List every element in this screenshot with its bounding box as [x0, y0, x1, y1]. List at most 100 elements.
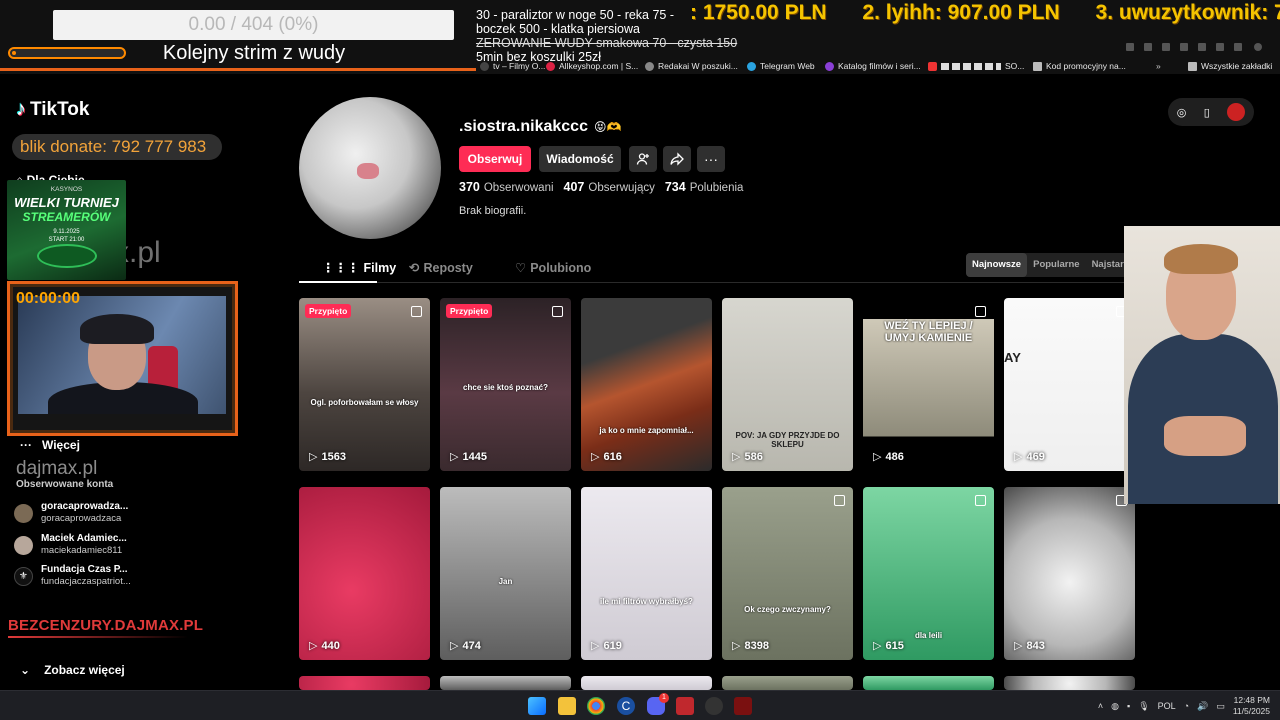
tab-label: Polubiono [530, 260, 592, 275]
see-more-label: Zobacz więcej [44, 663, 125, 677]
stat-label: Obserwujący [588, 182, 655, 194]
tiktok-page: ♪TikTok blik donate: 792 777 983 ⌂ Dla C… [0, 80, 1280, 690]
allkeyshop-icon [546, 61, 555, 71]
tab-videos[interactable]: ⋮⋮⋮ Filmy [322, 260, 396, 276]
video-tile[interactable]: ile mi filtrów wybrałbyś? ▷ 619 [581, 487, 712, 660]
pinned-badge: Przypięto [446, 304, 493, 318]
view-count-value: 486 [885, 450, 904, 463]
more-dots-icon: ··· [20, 438, 32, 452]
video-caption: Ogl. poforbowałam se włosy [310, 398, 419, 407]
video-tile[interactable] [581, 676, 712, 690]
video-tile[interactable]: POV: JA GDY PRZYJDE DO SKLEPU ▷ 586 [722, 298, 853, 471]
video-tile[interactable]: Ok czego zwczynamy? ▷ 8398 [722, 487, 853, 660]
nav-more[interactable]: ··· Więcej [20, 438, 80, 452]
app-icon[interactable] [734, 697, 752, 715]
bookmark-label: Allkeyshop.com | S... [559, 61, 639, 71]
view-count: ▷ 1563 [309, 450, 346, 464]
more-options-button[interactable]: ··· [697, 146, 725, 172]
video-tile[interactable] [1004, 676, 1135, 690]
obs-icon[interactable] [705, 697, 723, 715]
profile-bio: Brak biografii. [459, 205, 527, 217]
video-tile[interactable] [863, 676, 994, 690]
stat-followers[interactable]: 407 Obserwujący [564, 180, 655, 194]
share-button[interactable] [663, 146, 691, 172]
video-tile[interactable] [299, 676, 430, 690]
youtube-icon [928, 61, 937, 71]
bookmark[interactable]: tv – Filmy O... [480, 61, 545, 71]
following-account[interactable]: ⚜ Fundacja Czas P... fundacjaczaspatriot.… [14, 564, 131, 588]
stat-following[interactable]: 370 Obserwowani [459, 180, 554, 194]
bookmark-folder[interactable]: Wszystkie zakładki [1188, 61, 1272, 71]
play-icon: ▷ [309, 640, 318, 652]
video-caption: Ok czego zwczynamy? [744, 605, 831, 614]
start-icon[interactable] [528, 697, 546, 715]
language-indicator[interactable]: POL [1158, 701, 1176, 711]
video-caption: WEŹ TY LEPIEJ / UMYJ KAMIENIE [884, 320, 973, 344]
video-tile[interactable] [440, 676, 571, 690]
tab-liked[interactable]: ♡ Polubiono [515, 260, 592, 276]
video-tile[interactable]: Przypięto chce sie ktoś poznać? ▷ 1445 [440, 298, 571, 471]
view-count: ▷ 615 [873, 639, 904, 653]
video-tile[interactable]: Jan ▷ 474 [440, 487, 571, 660]
video-tile[interactable]: WEŹ TY LEPIEJ / UMYJ KAMIENIE ▷ 486 [863, 298, 994, 471]
file-explorer-icon[interactable] [558, 697, 576, 715]
bookmark[interactable]: Redakai W poszuki... [645, 61, 738, 71]
app-icon[interactable]: C [617, 697, 635, 715]
play-icon: ▷ [450, 451, 459, 463]
bookmark[interactable]: SO... [928, 61, 1024, 71]
view-count: ▷ 469 [1014, 450, 1045, 464]
video-tile[interactable]: ▷ 843 [1004, 487, 1135, 660]
message-button[interactable]: Wiadomość [539, 146, 621, 172]
avatar[interactable] [1227, 103, 1246, 121]
bookmark-label: Telegram Web [760, 61, 815, 71]
video-tile[interactable]: dla leili ▷ 615 [863, 487, 994, 660]
bookmark[interactable]: Katalog filmów i seri... [825, 61, 921, 71]
chrome-icon[interactable] [587, 697, 605, 715]
play-icon: ▷ [591, 451, 600, 463]
crossed-arms [1164, 416, 1246, 456]
follow-button[interactable]: Obserwuj [459, 146, 531, 172]
add-friend-button[interactable] [629, 146, 657, 172]
video-tile[interactable] [722, 676, 853, 690]
bookmark[interactable]: Allkeyshop.com | S... [546, 61, 638, 71]
phone-icon[interactable]: ▯ [1204, 106, 1210, 119]
roulette-table-graphic [37, 244, 97, 268]
tiktok-note-icon: ♪ [16, 98, 26, 120]
coin-icon[interactable]: ◎ [1177, 106, 1187, 119]
profile-avatar[interactable] [299, 97, 441, 239]
video-tile[interactable]: Przypięto Ogl. poforbowałam se włosy ▷ 1563 [299, 298, 430, 471]
globe-icon [645, 61, 654, 71]
bookmark[interactable]: Telegram Web [747, 61, 815, 71]
video-tile[interactable]: ▷ 440 [299, 487, 430, 660]
following-account[interactable]: Maciek Adamiec... maciekadamiec811 [14, 533, 127, 557]
volume-icon[interactable]: 🔊 [1197, 701, 1208, 712]
view-count: ▷ 1445 [450, 450, 487, 464]
app-tray-icon[interactable]: ▪ [1127, 701, 1130, 711]
account-name: Maciek Adamiec... [41, 533, 127, 544]
sort-newest[interactable]: Najnowsze [966, 253, 1028, 277]
clock[interactable]: 12:48 PM 11/5/2025 [1233, 695, 1270, 717]
tiktok-logo[interactable]: ♪ TikTok [16, 98, 89, 121]
battery-icon[interactable]: ▭ [1216, 701, 1225, 712]
sort-popular[interactable]: Popularne [1027, 253, 1085, 277]
voicemod-icon[interactable] [676, 697, 694, 715]
wifi-icon[interactable]: ◔ [1184, 701, 1189, 711]
stat-value: 370 [459, 180, 480, 194]
view-count-value: 619 [603, 639, 622, 652]
bookmark[interactable]: Kod promocyjny na... [1033, 61, 1126, 71]
browser-toolbar-icons [1126, 40, 1276, 54]
video-tile[interactable]: AY ▷ 469 [1004, 298, 1135, 471]
video-tile[interactable]: ja ko o mnie zapomniał... ▷ 616 [581, 298, 712, 471]
discord-icon[interactable]: 1 [647, 693, 669, 715]
microphone-icon[interactable]: 🎙 [1138, 701, 1149, 712]
chevron-up-icon[interactable]: ˄ [1098, 701, 1103, 711]
steam-icon[interactable]: ◍ [1111, 701, 1119, 712]
following-account[interactable]: goracaprowadza... goracaprowadzaca [14, 501, 128, 525]
view-count-value: 440 [321, 639, 340, 652]
donor-entry: : 1750.00 PLN [690, 1, 827, 24]
bookmarks-overflow-button[interactable]: » [1156, 61, 1161, 71]
view-count-value: 616 [603, 450, 622, 463]
see-more-button[interactable]: ⌄ Zobacz więcej [20, 663, 125, 677]
tab-reposts[interactable]: ⟲ Reposty [409, 260, 473, 276]
tournament-promo-card: KASYNOS WIELKI TURNIEJ STREAMERÓW 9.11.2… [7, 180, 126, 280]
